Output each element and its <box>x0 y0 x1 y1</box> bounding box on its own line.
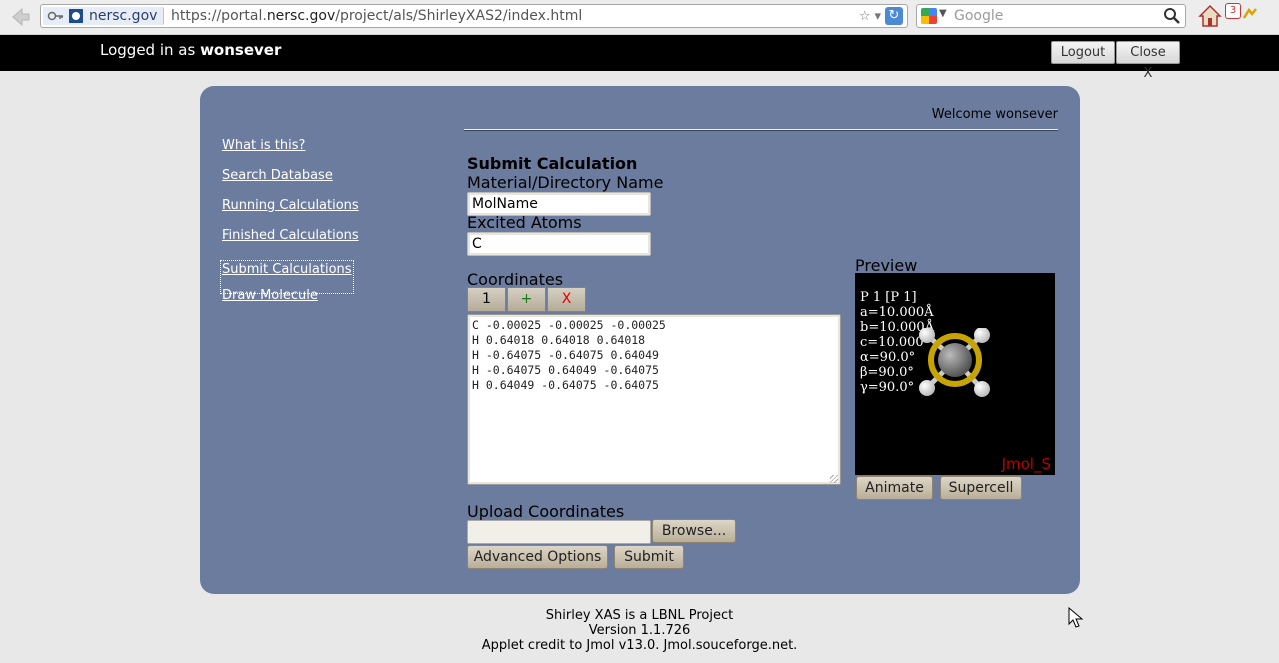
jmol-viewer[interactable]: P 1 [P 1] a=10.000Å b=10.000Å c=10.000 α… <box>855 273 1055 475</box>
main-panel: Welcome wonsever What is this? Search Da… <box>200 86 1080 594</box>
back-arrow-icon[interactable] <box>6 4 32 30</box>
methane-molecule-graphic <box>919 328 990 397</box>
key-icon <box>47 11 63 21</box>
logout-button[interactable]: Logout <box>1051 41 1115 64</box>
excited-atoms-input[interactable]: C <box>467 232 651 256</box>
search-icon[interactable] <box>1163 7 1181 25</box>
engine-dropdown-icon[interactable]: ▼ <box>939 8 947 19</box>
search-bar[interactable]: ▼ Google <box>916 4 1186 28</box>
excited-atoms-label: Excited Atoms <box>467 213 582 232</box>
mouse-cursor-icon <box>1068 607 1084 628</box>
nersc-favicon-icon <box>69 9 83 23</box>
submit-form: Submit Calculation Material/Directory Na… <box>467 154 663 256</box>
footer-version-line: Version 1.1.726 <box>588 623 691 638</box>
nav-finished-calculations[interactable]: Finished Calculations <box>222 228 359 258</box>
nav-running-calculations[interactable]: Running Calculations <box>222 198 359 228</box>
logged-in-text: Logged in as wonsever <box>100 41 281 59</box>
browser-toolbar: nersc.gov https://portal.nersc.gov/proje… <box>0 0 1279 35</box>
search-placeholder: Google <box>954 8 1004 24</box>
url-host: nersc.gov <box>266 8 336 24</box>
add-coord-set-button[interactable]: + <box>507 287 546 312</box>
coord-set-1-button[interactable]: 1 <box>467 287 506 312</box>
nav-what-is-this[interactable]: What is this? <box>222 138 359 168</box>
url-prefix: https://portal. <box>171 8 267 24</box>
supercell-button[interactable]: Supercell <box>940 476 1022 500</box>
advanced-options-button[interactable]: Advanced Options <box>467 545 608 569</box>
logged-in-username: wonsever <box>200 41 282 59</box>
nav-search-database[interactable]: Search Database <box>222 168 359 198</box>
remove-coord-set-button[interactable]: X <box>547 287 586 312</box>
footer-credit-line: Applet credit to Jmol v13.0. Jmol.soucef… <box>481 638 798 653</box>
footer: Shirley XAS is a LBNL Project Version 1.… <box>0 608 1279 653</box>
sidebar-nav: What is this? Search Database Running Ca… <box>220 138 359 318</box>
textarea-resize-handle[interactable] <box>830 475 838 483</box>
url-bar[interactable]: nersc.gov https://portal.nersc.gov/proje… <box>40 4 908 28</box>
upload-file-input[interactable] <box>467 520 651 544</box>
animate-button[interactable]: Animate <box>856 476 933 500</box>
google-engine-icon[interactable] <box>921 8 937 24</box>
close-button[interactable]: Close X <box>1116 41 1180 81</box>
upload-coordinates-label: Upload Coordinates <box>467 502 625 521</box>
form-title: Submit Calculation <box>467 154 638 173</box>
reload-icon[interactable]: ↻ <box>885 7 903 25</box>
extension-icon[interactable] <box>1243 8 1257 20</box>
site-topbar: Logged in as wonsever Logout Close X <box>0 35 1279 81</box>
welcome-text: Welcome wonsever <box>931 107 1058 122</box>
notification-badge[interactable]: 3 <box>1225 3 1241 19</box>
browse-button[interactable]: Browse... <box>652 519 736 543</box>
site-identity-button[interactable]: nersc.gov <box>43 7 165 25</box>
home-icon[interactable] <box>1198 3 1222 29</box>
header-divider <box>464 129 1058 131</box>
nav-draw-molecule[interactable]: Draw Molecule <box>222 288 359 318</box>
site-domain: nersc.gov <box>89 8 158 24</box>
coordinates-textarea[interactable]: C -0.00025 -0.00025 -0.00025 H 0.64018 0… <box>467 314 841 485</box>
url-path: /project/als/ShirleyXAS2/index.html <box>335 8 583 24</box>
url-text[interactable]: https://portal.nersc.gov/project/als/Shi… <box>171 8 582 24</box>
material-label: Material/Directory Name <box>467 173 664 192</box>
logged-in-prefix: Logged in as <box>100 41 201 59</box>
jmol-brand: Jmol_S <box>1001 455 1051 473</box>
bookmark-star-icon[interactable]: ☆ <box>859 9 871 24</box>
submit-button[interactable]: Submit <box>614 545 684 569</box>
url-dropdown-icon[interactable]: ▾ <box>874 9 881 24</box>
footer-project-line: Shirley XAS is a LBNL Project <box>545 608 734 623</box>
